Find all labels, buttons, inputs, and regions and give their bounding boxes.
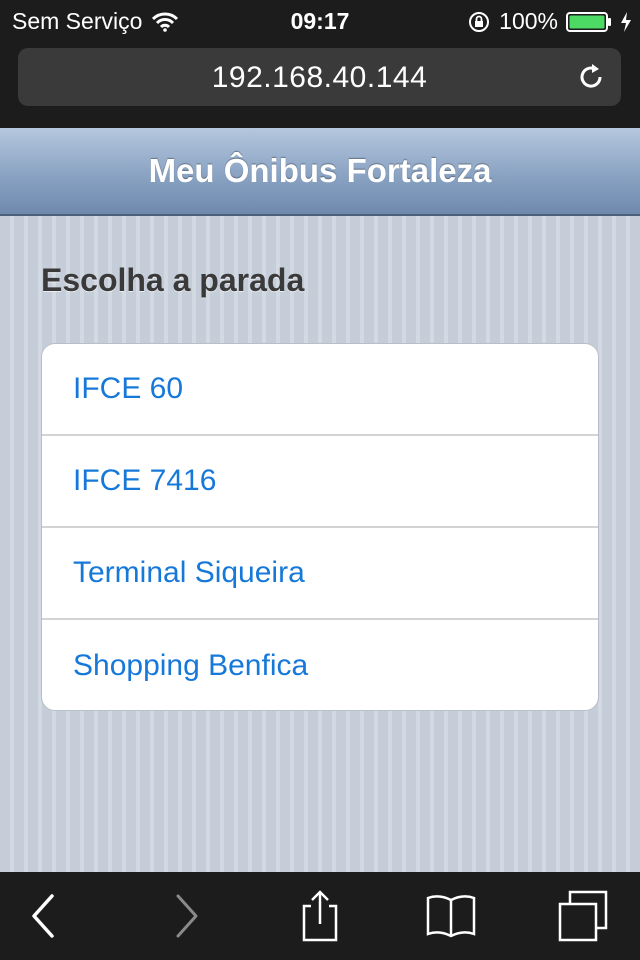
orientation-lock-icon [469, 11, 490, 32]
app-header: Meu Ônibus Fortaleza [0, 128, 640, 216]
address-bar[interactable]: 192.168.40.144 [18, 48, 621, 106]
bookmarks-icon[interactable] [425, 890, 477, 942]
stop-item-ifce-7416[interactable]: IFCE 7416 [42, 436, 598, 528]
page-title: Meu Ônibus Fortaleza [148, 152, 492, 189]
battery-icon [566, 11, 611, 32]
stop-item-terminal-siqueira[interactable]: Terminal Siqueira [42, 528, 598, 620]
share-icon[interactable] [294, 890, 346, 942]
browser-address-area: 192.168.40.144 [0, 40, 640, 128]
stop-item-ifce-60[interactable]: IFCE 60 [42, 344, 598, 436]
url-text[interactable]: 192.168.40.144 [18, 61, 621, 95]
stop-item-shopping-benfica[interactable]: Shopping Benfica [42, 620, 598, 710]
tabs-icon[interactable] [556, 890, 608, 942]
section-title: Escolha a parada [41, 262, 305, 298]
charging-icon [621, 11, 631, 32]
status-bar: Sem Serviço 09:17 100% [0, 0, 640, 40]
forward-icon[interactable] [160, 890, 212, 942]
battery-percent: 100% [499, 8, 558, 34]
browser-toolbar [0, 872, 640, 960]
back-icon[interactable] [18, 890, 70, 942]
stop-list: IFCE 60 IFCE 7416 Terminal Siqueira Shop… [41, 343, 599, 711]
main-content: Escolha a parada IFCE 60 IFCE 7416 Termi… [0, 216, 640, 872]
status-right: 100% [467, 8, 632, 35]
reload-icon[interactable] [575, 61, 607, 93]
